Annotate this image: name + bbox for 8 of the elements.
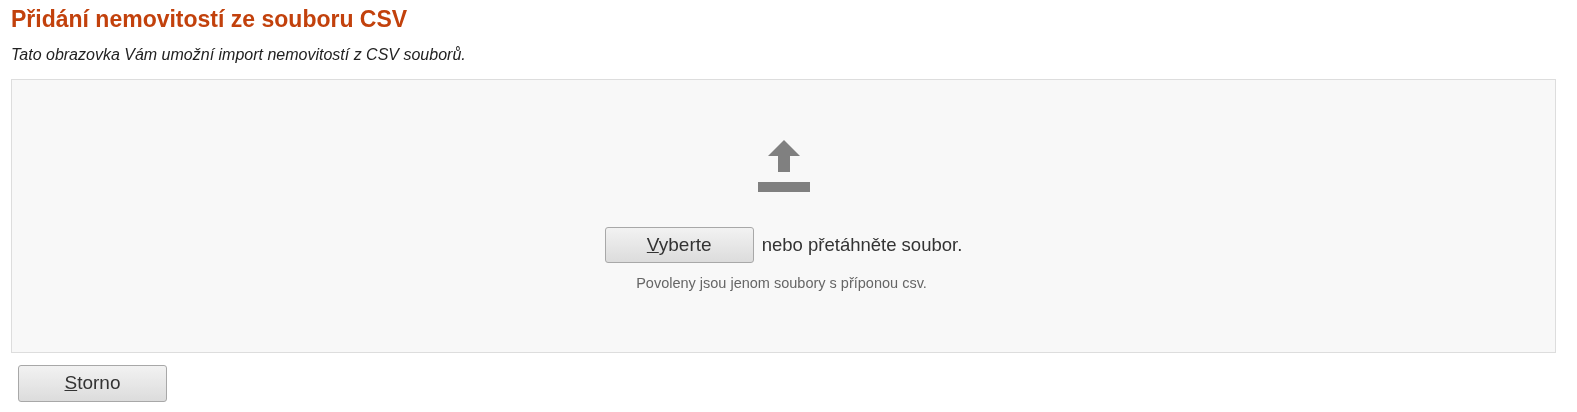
drop-text: nebo přetáhněte soubor. (761, 233, 963, 258)
page-title: Přidání nemovitostí ze souboru CSV (11, 5, 409, 34)
upload-icon (757, 140, 810, 192)
cancel-button[interactable]: Storno (18, 365, 167, 402)
select-file-button[interactable]: Vyberte (604, 227, 754, 263)
hint-text: Povoleny jsou jenom soubory s příponou csv. (636, 274, 927, 293)
drop-zone[interactable]: Vyberte nebo přetáhněte soubor. Povoleny jsou jenom soubory s příponou csv. (11, 79, 1556, 353)
page-subtitle: Tato obrazovka Vám umožní import nemovitostí z CSV souborů. (11, 46, 467, 64)
